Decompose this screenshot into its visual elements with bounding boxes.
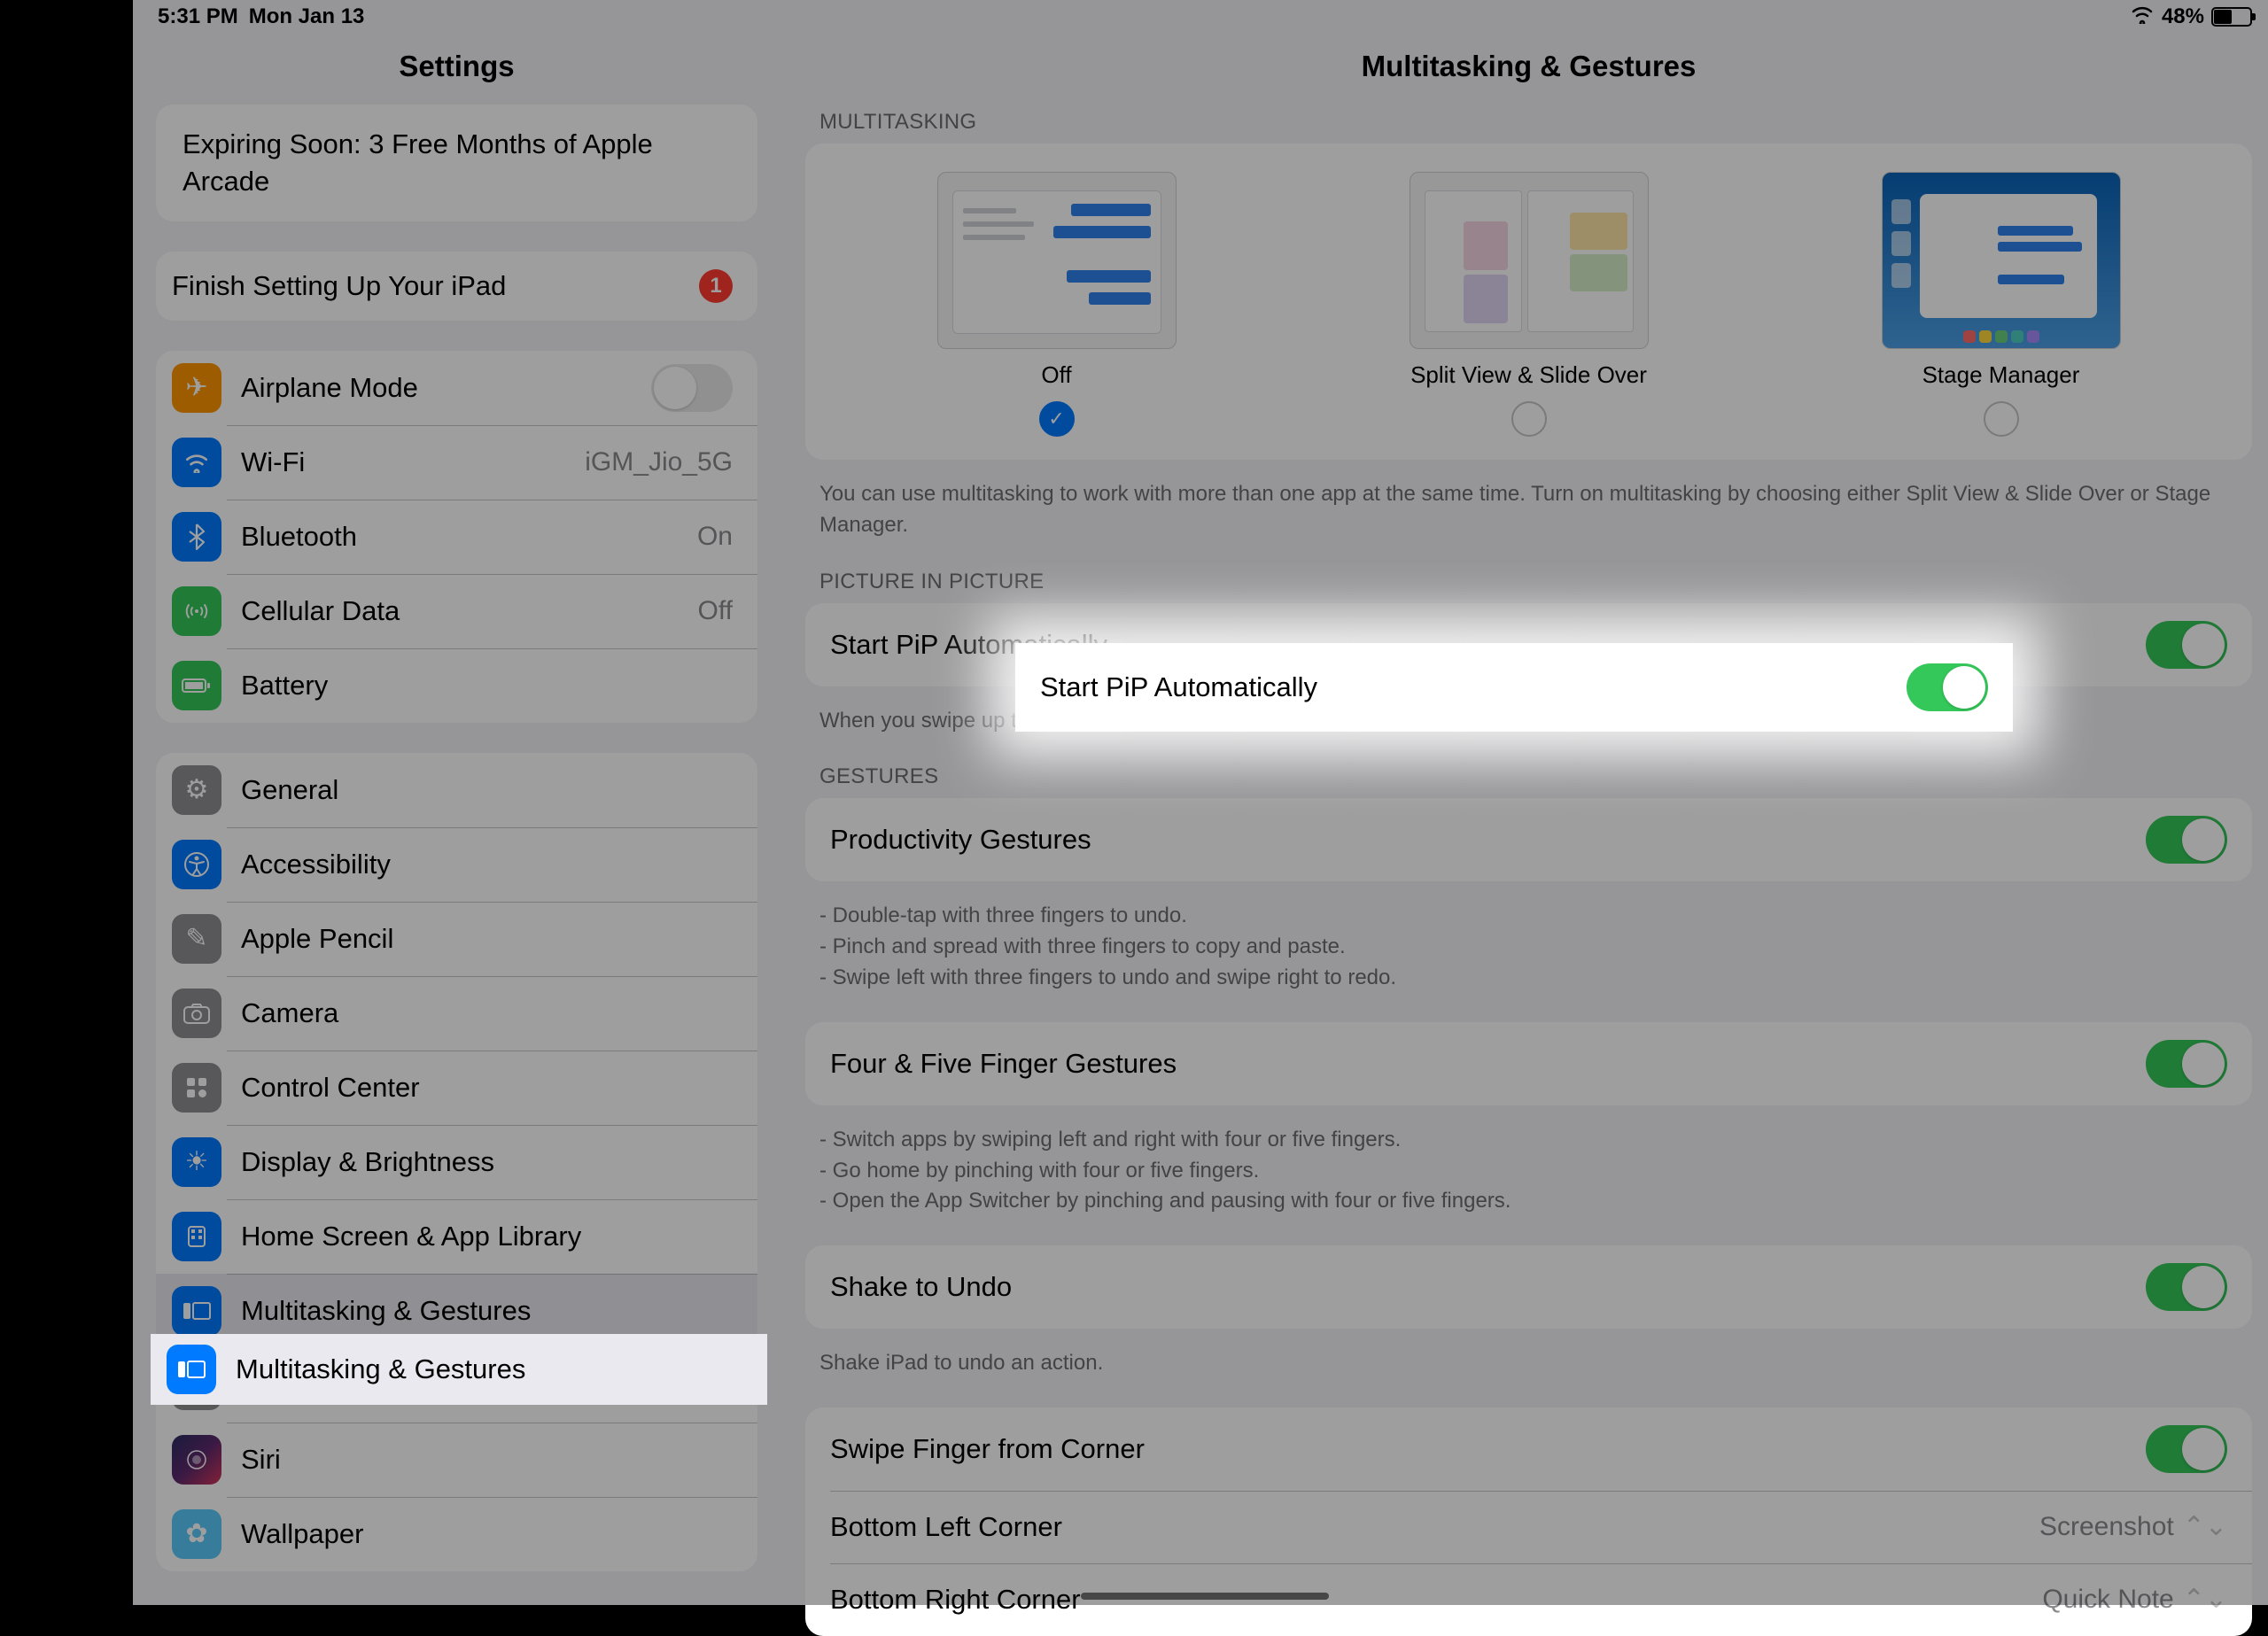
mt-option-off[interactable]: Off ✓: [839, 172, 1274, 437]
sidebar-item-airplane[interactable]: ✈ Airplane Mode: [156, 351, 757, 425]
shake-group: Shake to Undo: [805, 1245, 2252, 1329]
system-group: ⚙ General Accessibility ✎ Apple Pencil: [156, 753, 757, 1571]
sidebar-item-display[interactable]: ☀ Display & Brightness: [156, 1125, 757, 1199]
radio-stage[interactable]: [1984, 401, 2019, 437]
corners-group: Swipe Finger from Corner Bottom Left Cor…: [805, 1407, 2252, 1636]
mt-preview-off: [937, 172, 1177, 349]
mt-preview-stage: [1882, 172, 2121, 349]
sidebar-item-control-center[interactable]: Control Center: [156, 1051, 757, 1125]
radio-off[interactable]: ✓: [1039, 401, 1075, 437]
sidebar-item-battery[interactable]: Battery: [156, 648, 757, 723]
camera-icon: [172, 989, 221, 1038]
swipe-corner-row[interactable]: Swipe Finger from Corner: [805, 1407, 2252, 1491]
shake-footer: Shake iPad to undo an action.: [781, 1337, 2268, 1379]
sidebar-item-general[interactable]: ⚙ General: [156, 753, 757, 827]
finish-setup-badge: 1: [699, 269, 733, 303]
fourfive-footer: - Switch apps by swiping left and right …: [781, 1114, 2268, 1217]
sidebar-item-siri[interactable]: Siri: [156, 1423, 757, 1497]
gear-icon: ⚙: [172, 765, 221, 815]
sidebar-item-accessibility[interactable]: Accessibility: [156, 827, 757, 902]
sidebar-item-bluetooth[interactable]: Bluetooth On: [156, 500, 757, 574]
wifi-icon: [2130, 4, 2155, 30]
battery-settings-icon: [172, 661, 221, 710]
connectivity-group: ✈ Airplane Mode Wi-Fi iGM_Jio_5G Bluetoo…: [156, 351, 757, 723]
status-time: 5:31 PM: [158, 4, 238, 29]
finish-setup-row[interactable]: Finish Setting Up Your iPad 1: [156, 252, 757, 321]
promo-row[interactable]: Expiring Soon: 3 Free Months of Apple Ar…: [156, 105, 757, 221]
status-date: Mon Jan 13: [249, 4, 365, 29]
swipe-corner-toggle[interactable]: [2146, 1425, 2227, 1473]
productivity-toggle[interactable]: [2146, 816, 2227, 864]
mt-option-split[interactable]: Split View & Slide Over: [1311, 172, 1746, 437]
promo-group[interactable]: Expiring Soon: 3 Free Months of Apple Ar…: [156, 105, 757, 221]
shake-row[interactable]: Shake to Undo: [805, 1245, 2252, 1329]
sidebar-item-camera[interactable]: Camera: [156, 976, 757, 1051]
finish-setup-group[interactable]: Finish Setting Up Your iPad 1: [156, 252, 757, 321]
fourfive-group: Four & Five Finger Gestures: [805, 1022, 2252, 1105]
sidebar-item-homescreen[interactable]: Home Screen & App Library: [156, 1199, 757, 1274]
radio-split[interactable]: [1511, 401, 1547, 437]
detail-pane: Multitasking & Gestures MULTITASKING: [781, 0, 2268, 1605]
bottom-right-row[interactable]: Bottom Right Corner Quick Note ⌃⌄: [805, 1563, 2252, 1636]
bottom-left-row[interactable]: Bottom Left Corner Screenshot ⌃⌄: [805, 1491, 2252, 1563]
brightness-icon: ☀: [172, 1137, 221, 1187]
finish-setup-label: Finish Setting Up Your iPad: [172, 270, 699, 302]
gestures-header: GESTURES: [781, 764, 2268, 798]
productivity-row[interactable]: Productivity Gestures: [805, 798, 2252, 881]
status-bar: 5:31 PM Mon Jan 13 48%: [133, 0, 2268, 34]
airplane-icon: ✈: [172, 363, 221, 413]
sidebar-item-multitasking-highlight[interactable]: Multitasking & Gestures: [151, 1334, 767, 1405]
pencil-icon: ✎: [172, 914, 221, 964]
wallpaper-icon: ✿: [172, 1509, 221, 1559]
productivity-footer: - Double-tap with three fingers to undo.…: [781, 890, 2268, 993]
updown-icon: ⌃⌄: [2183, 1584, 2227, 1615]
multitasking-icon: [167, 1345, 216, 1394]
multitasking-options: Off ✓ Split View & Slide Over: [805, 143, 2252, 460]
mt-option-stage[interactable]: Stage Manager: [1783, 172, 2218, 437]
sidebar-item-wallpaper[interactable]: ✿ Wallpaper: [156, 1497, 757, 1571]
updown-icon: ⌃⌄: [2183, 1511, 2227, 1542]
shake-toggle[interactable]: [2146, 1263, 2227, 1311]
pip-toggle[interactable]: [2146, 621, 2227, 669]
multitasking-footer: You can use multitasking to work with mo…: [781, 469, 2268, 541]
control-center-icon: [172, 1063, 221, 1113]
battery-icon: [2211, 7, 2252, 27]
wifi-settings-icon: [172, 438, 221, 487]
sidebar-item-cellular[interactable]: Cellular Data Off: [156, 574, 757, 648]
pip-toggle-highlight[interactable]: [1907, 663, 1988, 711]
sidebar-item-wifi[interactable]: Wi-Fi iGM_Jio_5G: [156, 425, 757, 500]
multitasking-icon: [172, 1286, 221, 1336]
accessibility-icon: [172, 840, 221, 889]
fourfive-toggle[interactable]: [2146, 1040, 2227, 1088]
fourfive-row[interactable]: Four & Five Finger Gestures: [805, 1022, 2252, 1105]
pip-row-highlight[interactable]: Start PiP Automatically: [1015, 643, 2013, 732]
bluetooth-icon: [172, 512, 221, 562]
mt-preview-split: [1410, 172, 1649, 349]
productivity-group: Productivity Gestures: [805, 798, 2252, 881]
home-indicator[interactable]: [1081, 1593, 1329, 1600]
multitasking-header: MULTITASKING: [781, 110, 2268, 143]
cellular-icon: [172, 586, 221, 636]
pip-header: PICTURE IN PICTURE: [781, 570, 2268, 603]
airplane-toggle[interactable]: [651, 364, 733, 412]
sidebar-item-pencil[interactable]: ✎ Apple Pencil: [156, 902, 757, 976]
siri-icon: [172, 1435, 221, 1485]
battery-pct: 48%: [2162, 4, 2204, 29]
homescreen-icon: [172, 1212, 221, 1261]
